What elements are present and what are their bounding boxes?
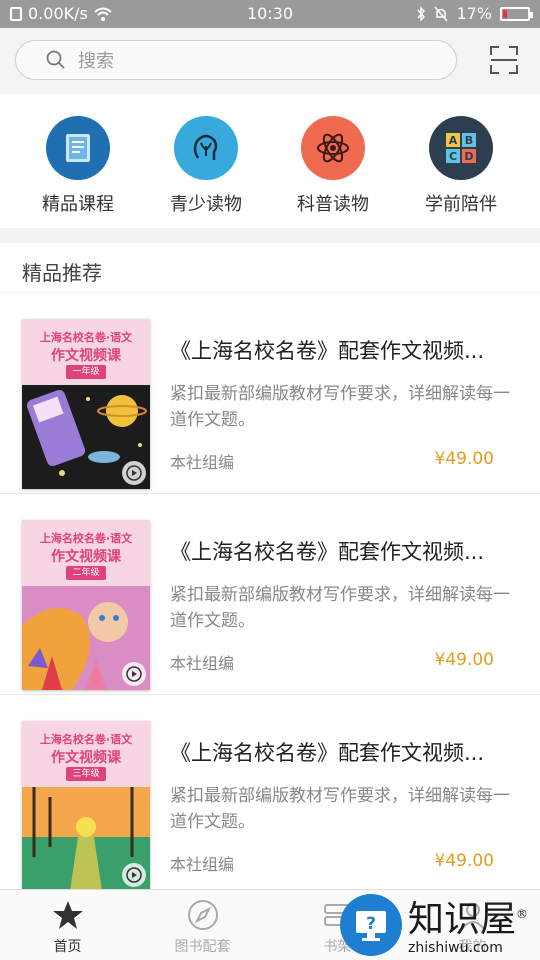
battery-icon <box>500 6 533 21</box>
header: 搜索 <box>0 28 540 94</box>
book-icon <box>46 116 110 180</box>
compass-icon <box>186 898 220 932</box>
watermark-logo: ? 知识屋® zhishiwu.com <box>340 890 540 960</box>
video-play-icon <box>122 863 146 887</box>
product-price: ¥49.00 <box>434 449 494 469</box>
product-title[interactable]: 《上海名校名卷》配套作文视频... <box>170 536 510 566</box>
cover-title: 作文视频课 <box>51 750 121 766</box>
category-grid: 精品课程 青少读物 科普读物 A B C D 学前陪伴 <box>0 94 540 228</box>
help-screen-icon: ? <box>340 894 402 956</box>
watermark-url: zhishiwu.com <box>408 940 503 956</box>
atom-icon <box>301 116 365 180</box>
product-title[interactable]: 《上海名校名卷》配套作文视频... <box>170 737 510 767</box>
abc-blocks-icon: A B C D <box>429 116 493 180</box>
product-item[interactable]: 上海名校名卷·语文 作文视频课 二年级 《上海名校名卷》配套作文视频... 紧扣… <box>0 494 540 695</box>
watermark-name: 知识屋 <box>408 899 517 940</box>
category-popular-science[interactable]: 科普读物 <box>278 116 388 216</box>
cover-grade: 三年级 <box>66 767 106 781</box>
section-header: 精品推荐 <box>0 243 540 293</box>
mute-bell-icon <box>434 6 449 21</box>
product-description: 紧扣最新部编版教材写作要求，详细解读每一道作文题。 <box>170 585 510 631</box>
product-title[interactable]: 《上海名校名卷》配套作文视频... <box>170 335 510 365</box>
product-item[interactable]: 上海名校名卷·语文 作文视频课 三年级 《上海名校名卷》配套作文视频... 紧扣… <box>0 695 540 889</box>
search-placeholder: 搜索 <box>78 51 114 72</box>
star-icon <box>51 898 85 932</box>
product-publisher: 本社组编 <box>170 654 235 673</box>
status-bar: 0.00K/s 10:30 17% <box>0 0 540 28</box>
video-play-icon <box>122 662 146 686</box>
battery-fill <box>503 9 507 18</box>
tab-home[interactable]: 首页 <box>0 890 135 960</box>
registered-mark: ® <box>516 907 529 921</box>
category-premium-courses[interactable]: 精品课程 <box>23 116 133 216</box>
product-description: 紧扣最新部编版教材写作要求，详细解读每一道作文题。 <box>170 786 510 832</box>
category-label: 精品课程 <box>42 194 114 215</box>
product-publisher: 本社组编 <box>170 453 235 472</box>
svg-text:C: C <box>449 150 457 163</box>
tab-label: 首页 <box>53 939 82 955</box>
search-icon <box>46 50 65 69</box>
cover-series: 上海名校名卷·语文 <box>39 532 133 545</box>
category-youth-reading[interactable]: 青少读物 <box>151 116 261 216</box>
product-publisher: 本社组编 <box>170 855 235 874</box>
category-label: 学前陪伴 <box>425 194 497 215</box>
cover-title: 作文视频课 <box>51 348 121 364</box>
svg-text:?: ? <box>366 914 376 934</box>
svg-text:B: B <box>465 134 473 147</box>
product-price: ¥49.00 <box>434 851 494 871</box>
brain-icon <box>174 116 238 180</box>
tab-label: 图书配套 <box>174 939 231 955</box>
product-cover[interactable]: 上海名校名卷·语文 作文视频课 一年级 <box>22 319 150 489</box>
category-label: 青少读物 <box>170 194 242 215</box>
search-input[interactable]: 搜索 <box>15 40 457 80</box>
bluetooth-icon <box>417 5 426 22</box>
cover-series: 上海名校名卷·语文 <box>39 331 133 344</box>
section-title: 精品推荐 <box>22 261 102 285</box>
product-list: 上海名校名卷·语文 作文视频课 一年级 《上海名校名卷》配套作文视频... 紧扣… <box>0 293 540 889</box>
svg-text:D: D <box>464 150 473 163</box>
cover-grade: 二年级 <box>66 566 106 580</box>
scan-icon[interactable] <box>490 46 518 74</box>
category-preschool[interactable]: A B C D 学前陪伴 <box>406 116 516 216</box>
battery-percent: 17% <box>456 4 492 23</box>
product-item[interactable]: 上海名校名卷·语文 作文视频课 一年级 《上海名校名卷》配套作文视频... 紧扣… <box>0 293 540 494</box>
cover-title: 作文视频课 <box>51 549 121 565</box>
product-cover[interactable]: 上海名校名卷·语文 作文视频课 二年级 <box>22 520 150 690</box>
product-description: 紧扣最新部编版教材写作要求，详细解读每一道作文题。 <box>170 384 510 430</box>
product-cover[interactable]: 上海名校名卷·语文 作文视频课 三年级 <box>22 721 150 889</box>
svg-text:A: A <box>449 134 458 147</box>
cover-series: 上海名校名卷·语文 <box>39 733 133 746</box>
product-price: ¥49.00 <box>434 650 494 670</box>
video-play-icon <box>122 461 146 485</box>
cover-grade: 一年级 <box>66 365 106 379</box>
category-label: 科普读物 <box>297 194 369 215</box>
tab-book-resources[interactable]: 图书配套 <box>135 890 270 960</box>
